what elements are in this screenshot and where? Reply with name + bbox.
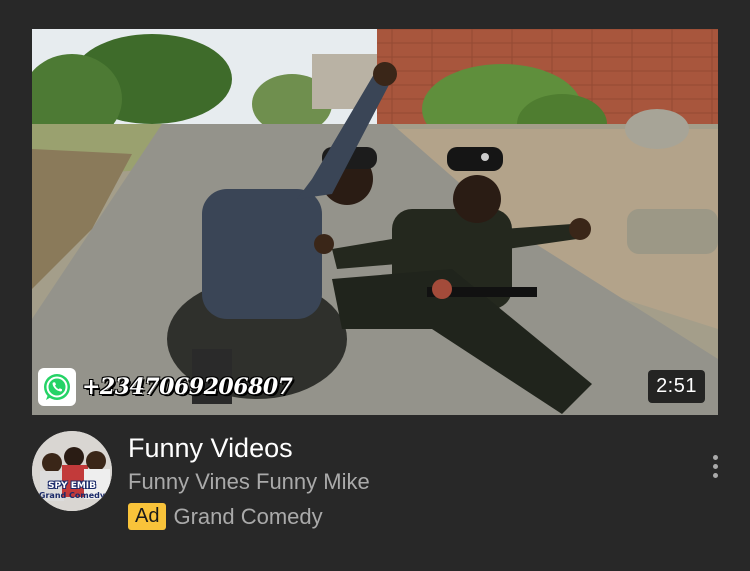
advertiser-name[interactable]: Grand Comedy <box>173 504 322 530</box>
ad-info-row: Ad Grand Comedy <box>128 503 323 530</box>
more-vertical-icon <box>712 454 718 460</box>
whatsapp-phone-number: +2347069206807 <box>82 374 293 400</box>
video-duration-badge: 2:51 <box>648 370 705 403</box>
thumbnail-image <box>32 29 718 415</box>
video-title[interactable]: Funny Videos <box>128 433 293 464</box>
whatsapp-contact-overlay: +2347069206807 <box>38 367 293 407</box>
more-vertical-icon-dot <box>712 463 718 469</box>
video-card[interactable]: +2347069206807 2:51 SPY EMIB Grand Comed… <box>0 0 750 571</box>
avatar-logo-line1: SPY EMIB <box>47 481 97 491</box>
channel-name[interactable]: Funny Vines Funny Mike <box>128 469 370 495</box>
avatar-logo-text: SPY EMIB Grand Comedy <box>32 481 112 501</box>
ad-badge: Ad <box>128 503 167 530</box>
video-thumbnail[interactable]: +2347069206807 2:51 <box>32 29 718 415</box>
channel-avatar[interactable]: SPY EMIB Grand Comedy <box>32 431 112 511</box>
more-options-button[interactable] <box>700 448 730 484</box>
whatsapp-icon <box>38 368 76 406</box>
more-vertical-icon-dot <box>712 472 718 478</box>
avatar-logo-line2: Grand Comedy <box>38 491 106 500</box>
